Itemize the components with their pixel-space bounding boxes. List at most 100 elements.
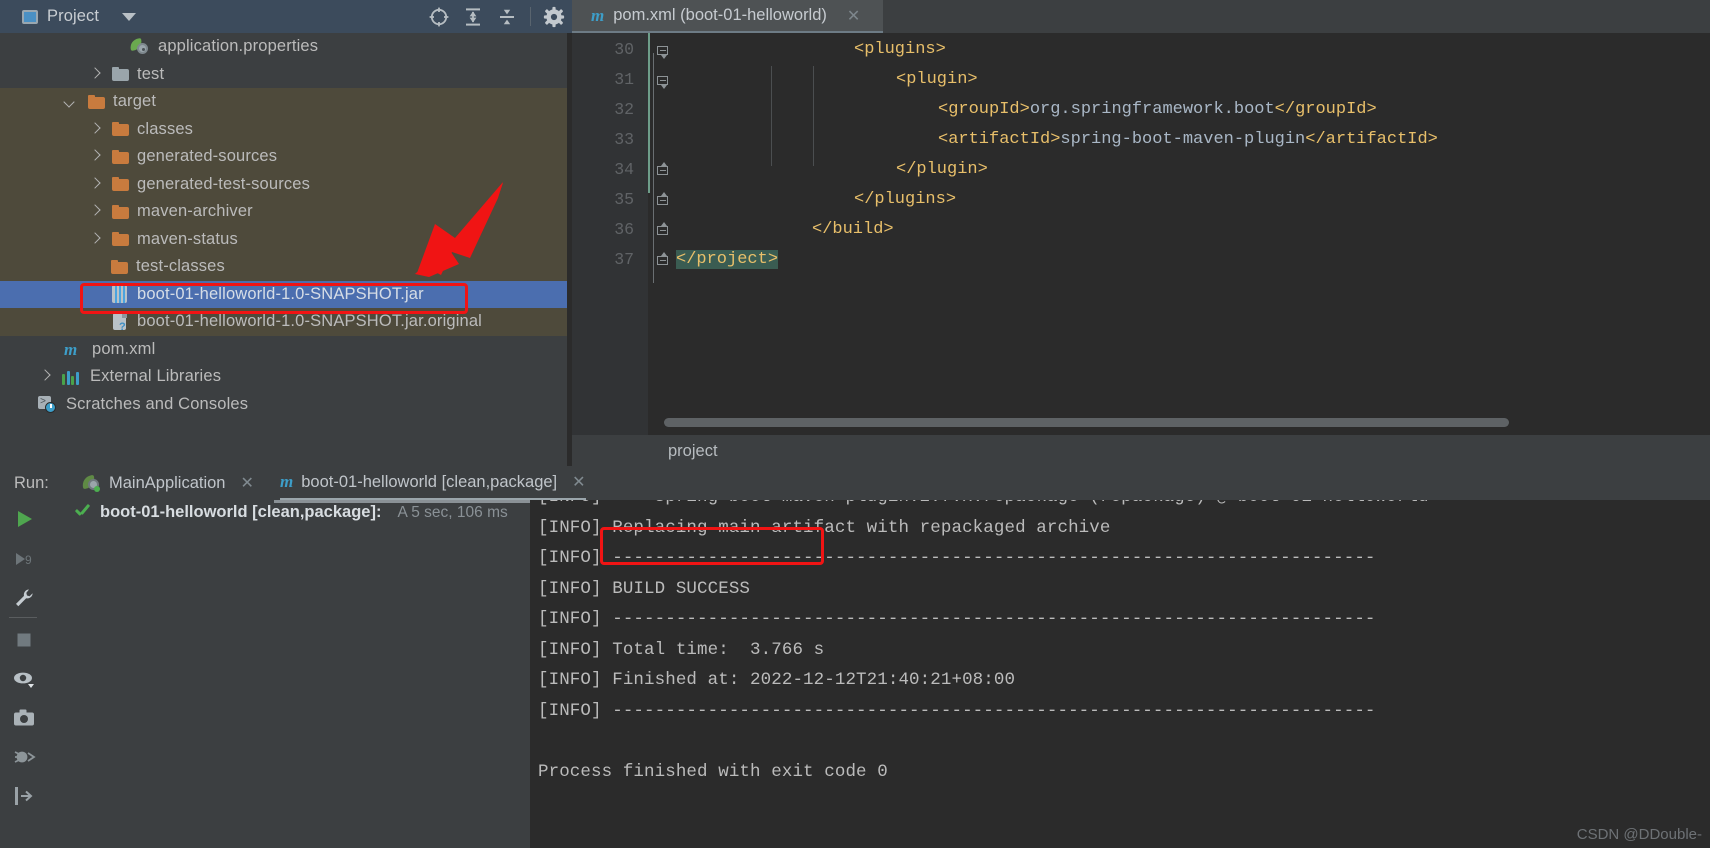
editor-tabbar: m pom.xml (boot-01-helloworld) ✕ (572, 0, 1710, 33)
run-tab-label: boot-01-helloworld [clean,package] (301, 472, 558, 491)
code-editor[interactable]: 30 31 32 33 34 35 36 37 <plugins> <plugin> <group… (572, 33, 1710, 466)
close-icon[interactable]: ✕ (572, 472, 585, 492)
fold-toggle-icon[interactable] (657, 252, 668, 269)
project-title-group[interactable]: Project (0, 7, 137, 26)
xml-text: spring-boot-maven-plugin (1060, 130, 1306, 149)
xml-tag: </plugins> (854, 190, 957, 209)
xml-tag: </artifactId> (1305, 130, 1438, 149)
chevron-right-icon[interactable] (88, 178, 101, 191)
tree-row[interactable]: boot-01-helloworld-1.0-SNAPSHOT.jar (0, 280, 623, 308)
xml-tag: <artifactId> (938, 130, 1061, 149)
tree-row-label: boot-01-helloworld-1.0-SNAPSHOT.jar.orig… (137, 312, 483, 331)
tree-row-label: maven-archiver (137, 202, 253, 221)
tree-row[interactable]: generated-test-sources (0, 170, 623, 198)
chevron-right-icon[interactable] (88, 68, 101, 81)
code-line[interactable]: </plugins> (854, 190, 956, 209)
project-panel-header: Project (0, 0, 623, 33)
tree-row[interactable]: m pom.xml (0, 336, 623, 364)
settings-gear-icon[interactable] (537, 0, 571, 33)
line-number: 33 (614, 130, 634, 149)
code-line-text: <plugin> (896, 70, 978, 89)
tree-row-label: application.properties (158, 37, 319, 56)
fold-toggle-icon[interactable] (657, 76, 668, 89)
fold-toggle-icon[interactable] (657, 222, 668, 239)
tree-row[interactable]: maven-status (0, 225, 623, 253)
build-status-row[interactable]: boot-01-helloworld [clean,package]: A 5 … (48, 503, 508, 522)
folder-orange-icon (88, 94, 105, 109)
fold-toggle-icon[interactable] (657, 162, 668, 179)
collapse-all-icon[interactable] (490, 0, 524, 33)
chevron-right-icon[interactable] (88, 123, 101, 136)
external-libraries-icon (62, 369, 82, 385)
idea-window: Project application.properties test targ… (0, 0, 1710, 848)
console-line: [INFO] BUILD SUCCESS (538, 578, 751, 599)
chevron-down-icon[interactable] (64, 95, 77, 108)
locate-target-icon[interactable] (422, 0, 456, 33)
tree-row-label: pom.xml (92, 339, 156, 358)
build-result-tree[interactable]: boot-01-helloworld [clean,package]: A 5 … (48, 500, 530, 848)
debug-exit-icon[interactable] (9, 742, 39, 772)
close-icon[interactable]: ✕ (240, 473, 253, 493)
export-icon[interactable] (9, 781, 39, 811)
project-window-icon (22, 9, 38, 24)
line-number: 36 (614, 220, 634, 239)
rerun-play-icon[interactable] (9, 504, 39, 534)
code-line[interactable]: <plugin> (896, 70, 978, 89)
chevron-right-icon[interactable] (88, 150, 101, 163)
rerun-failed-icon[interactable]: 9 (9, 544, 39, 574)
code-line[interactable]: <artifactId>spring-boot-maven-plugin</ar… (938, 130, 1438, 149)
run-tabbar: Run: MainApplication ✕ m boot-01-hellowo… (0, 466, 1710, 500)
editor-gutter[interactable]: 30 31 32 33 34 35 36 37 (572, 33, 648, 466)
stop-icon[interactable] (9, 625, 39, 655)
breadcrumb[interactable]: project (668, 442, 718, 461)
editor-tab-pom-xml[interactable]: m pom.xml (boot-01-helloworld) ✕ (572, 0, 883, 33)
tree-row[interactable]: application.properties (0, 33, 623, 61)
tree-row[interactable]: > Scratches and Consoles (0, 391, 623, 419)
editor-hscrollbar-thumb[interactable] (664, 418, 1509, 427)
chevron-right-icon[interactable] (88, 205, 101, 218)
tree-row[interactable]: generated-sources (0, 143, 623, 171)
editor-area: m pom.xml (boot-01-helloworld) ✕ 30 31 32 3… (572, 0, 1710, 466)
tree-row[interactable]: ? boot-01-helloworld-1.0-SNAPSHOT.jar.ori… (0, 308, 623, 336)
run-tool-window: Run: MainApplication ✕ m boot-01-hellowo… (0, 466, 1710, 848)
toggle-soft-wrap-icon[interactable] (9, 664, 39, 694)
run-tab-mainapplication[interactable]: MainApplication ✕ (80, 466, 254, 500)
expand-all-icon[interactable] (456, 0, 490, 33)
xml-text: org.springframework.boot (1029, 100, 1275, 119)
tree-row[interactable]: maven-archiver (0, 198, 623, 226)
code-line[interactable]: </build> (812, 220, 894, 239)
fold-toggle-icon[interactable] (657, 46, 668, 59)
xml-tag: </build> (812, 220, 894, 239)
code-line[interactable]: <groupId>org.springframework.boot</group… (938, 100, 1377, 119)
line-number: 34 (614, 160, 634, 179)
tree-row[interactable]: classes (0, 115, 623, 143)
console-line: [INFO] ---------------------------------… (538, 548, 1376, 568)
code-line[interactable]: <plugins> (854, 40, 946, 59)
wrench-settings-icon[interactable] (9, 583, 39, 613)
console-output[interactable]: [INFO] --- spring-boot-maven-plugin:2.7.… (530, 500, 1710, 848)
fold-toggle-icon[interactable] (657, 192, 668, 209)
tree-row[interactable]: External Libraries (0, 363, 623, 391)
close-icon[interactable]: ✕ (836, 6, 877, 26)
tree-row[interactable]: test-classes (0, 253, 623, 281)
chevron-down-icon[interactable] (122, 12, 137, 21)
maven-m-icon: m (591, 5, 605, 25)
code-line-text: </plugin> (896, 160, 988, 179)
console-line: [INFO] Total time: 3.766 s (538, 639, 825, 660)
code-line[interactable]: </plugin> (896, 160, 988, 179)
chevron-right-icon[interactable] (38, 370, 51, 383)
project-file-tree[interactable]: application.properties test target classes g… (0, 33, 623, 466)
folder-orange-icon (112, 149, 129, 164)
code-line-text: <artifactId>spring-boot-maven-plugin</ar… (938, 130, 1438, 149)
tree-row-label: generated-test-sources (137, 174, 310, 193)
line-number: 37 (614, 250, 634, 269)
tree-row-label: classes (137, 119, 194, 138)
run-tab-maven-build[interactable]: m boot-01-helloworld [clean,package] ✕ (280, 466, 586, 500)
screenshot-icon[interactable] (9, 703, 39, 733)
tree-row[interactable]: test (0, 61, 623, 89)
tree-row[interactable]: target (0, 88, 623, 116)
code-line[interactable]: </project> (676, 250, 779, 269)
chevron-right-icon[interactable] (88, 233, 101, 246)
editor-hscrollbar-track[interactable] (664, 418, 1710, 427)
build-title: boot-01-helloworld [clean,package]: (100, 503, 382, 521)
